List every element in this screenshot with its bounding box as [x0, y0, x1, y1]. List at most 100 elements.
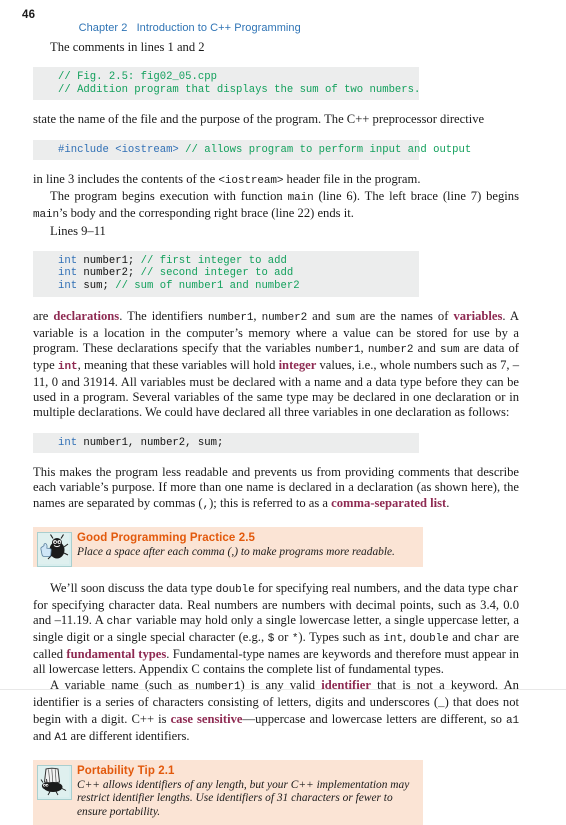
paragraph-text: , — [402, 630, 410, 645]
paragraph-text: (line 6). The left brace (line 7) begins — [313, 189, 520, 204]
paragraph-text: , meaning that these variables will hold — [77, 357, 279, 372]
code-keyword: int — [58, 436, 78, 449]
code-comment: // Fig. 2.5: fig02_05.cpp — [58, 71, 217, 84]
code-block-include: #include <iostream> // allows program to… — [33, 139, 471, 161]
paragraph-text: or — [274, 630, 292, 645]
paragraph-text: . The identifiers — [119, 308, 208, 323]
key-term: fundamental types — [66, 647, 167, 662]
tip-body: Place a space after each comma (,) to ma… — [77, 545, 395, 558]
code-keyword: int — [58, 279, 78, 292]
key-term: variables — [453, 308, 503, 323]
code-text: sum; — [77, 279, 116, 292]
code-comment: // Addition program that displays the su… — [58, 83, 421, 96]
inline-code: char — [106, 615, 133, 628]
paragraph-text: , — [360, 340, 368, 355]
code-comment: // second integer to add — [140, 267, 294, 280]
paragraph-preprocessor-lead: state the name of the file and the purpo… — [33, 112, 519, 127]
tip-body: C++ allows identifiers of any length, bu… — [77, 779, 410, 818]
paragraph-text: . — [446, 495, 450, 510]
inline-code: <iostream> — [218, 175, 284, 188]
paragraph-text: The comments in lines 1 and 2 — [50, 40, 205, 54]
inline-code: number1 — [207, 311, 254, 324]
paragraph-text: are — [33, 308, 54, 323]
paragraph-text: We’ll soon discuss the data type — [50, 580, 216, 595]
portability-tip-box: Portability Tip 2.1 C++ allows identifie… — [33, 760, 423, 825]
code-line: int sum; // sum of number1 and number2 — [33, 280, 419, 293]
paragraph-text: The program begins execution with functi… — [50, 189, 288, 204]
inline-code: a1 — [506, 714, 520, 727]
inline-code: number2 — [367, 343, 414, 356]
code-line: // Fig. 2.5: fig02_05.cpp — [33, 71, 419, 84]
code-preprocessor: #include <iostream> — [58, 143, 179, 156]
paragraph-text: are the names of — [354, 308, 454, 323]
inline-code: sum — [440, 343, 460, 356]
paragraph-text: Lines 9–11 — [50, 223, 106, 238]
inline-code: main — [287, 192, 314, 205]
code-keyword: int — [58, 267, 78, 280]
code-block-combined-declaration: int number1, number2, sum; — [33, 432, 419, 454]
inline-code: char — [492, 583, 519, 596]
code-line: #include <iostream> // allows program to… — [33, 143, 471, 157]
paragraph-comments-intro: The comments in lines 1 and 2 — [33, 40, 519, 55]
code-line: int number1, number2, sum; — [33, 437, 419, 450]
code-line: int number2; // second integer to add — [33, 267, 419, 280]
paragraph-declarations-explain: are declarations. The identifiers number… — [33, 309, 519, 421]
inline-code: double — [409, 633, 449, 646]
inline-code: char — [474, 633, 501, 646]
key-term: case sensitive — [170, 711, 243, 726]
paragraph-text: in line 3 includes the contents of the — [33, 172, 219, 187]
paragraph-iostream: in line 3 includes the contents of the <… — [33, 172, 519, 189]
inline-code: A1 — [54, 732, 68, 745]
code-comment: // first integer to add — [140, 254, 287, 267]
paragraph-text: ); this is referred to as a — [209, 495, 332, 510]
paragraph-text: , — [253, 308, 262, 323]
inline-code: number1 — [194, 680, 241, 693]
inline-code: double — [215, 583, 255, 596]
running-head-title: Introduction to C++ Programming — [136, 21, 301, 34]
footer-rule — [0, 689, 566, 690]
textbook-page: 46 Chapter 2 Introduction to C++ Program… — [0, 0, 566, 825]
paragraph-text: for specifying real numbers, and the dat… — [254, 580, 493, 595]
paragraph-text: —uppercase and lowercase letters are dif… — [242, 711, 507, 726]
code-comment: // allows program to perform input and o… — [178, 143, 472, 156]
paragraph-lines-9-11: Lines 9–11 — [33, 224, 519, 239]
running-head-chapter: Chapter 2 — [78, 21, 128, 34]
paragraph-text: and — [33, 729, 55, 744]
code-block-declarations: int number1; // first integer to add int… — [33, 250, 419, 297]
code-comment: // sum of number1 and number2 — [115, 279, 300, 292]
code-block-fig-header: // Fig. 2.5: fig02_05.cpp // Addition pr… — [33, 67, 421, 101]
inline-code: int — [383, 633, 403, 646]
paragraph-main-function: The program begins execution with functi… — [33, 189, 519, 223]
code-keyword: int — [58, 254, 78, 267]
bug-thumbs-up-icon — [37, 531, 72, 567]
paragraph-identifier-rules: A variable name (such as number1) is any… — [33, 678, 519, 747]
inline-code: number2 — [261, 311, 308, 324]
key-term: declarations — [53, 308, 120, 323]
paragraph-text: are different identifiers. — [67, 729, 190, 744]
inline-code: number1 — [315, 343, 361, 356]
code-text: number1, number2, sum; — [77, 436, 224, 449]
key-term: integer — [278, 357, 317, 372]
paragraph-text: and — [413, 340, 441, 355]
code-line: int number1; // first integer to add — [33, 255, 419, 268]
inline-code: sum — [335, 311, 355, 324]
running-head: 46 Chapter 2 Introduction to C++ Program… — [0, 9, 566, 34]
paragraph-text: ). Types such as — [298, 630, 384, 645]
inline-code: main — [33, 209, 60, 222]
paragraph-text: and — [307, 308, 336, 323]
code-line: // Addition program that displays the su… — [33, 83, 421, 97]
tip-title: Portability Tip 2.1 — [77, 765, 175, 778]
paragraph-text: state the name of the file and the purpo… — [33, 112, 485, 127]
code-text: number1; — [77, 254, 141, 267]
good-programming-practice-box: Good Programming Practice 2.5 Place a sp… — [33, 526, 423, 567]
key-term: int — [57, 360, 78, 373]
paragraph-text: header file in the program. — [283, 172, 421, 187]
tip-title: Good Programming Practice 2.5 — [77, 531, 256, 544]
paragraph-text: and — [448, 630, 475, 645]
page-number: 46 — [22, 9, 36, 21]
paragraph-comma-separated: This makes the program less readable and… — [33, 465, 519, 512]
paragraph-double-char-types: We’ll soon discuss the data type double … — [33, 581, 519, 678]
code-text: number2; — [77, 267, 141, 280]
shoe-bug-icon — [37, 765, 72, 801]
key-term: comma-separated list — [331, 495, 447, 510]
